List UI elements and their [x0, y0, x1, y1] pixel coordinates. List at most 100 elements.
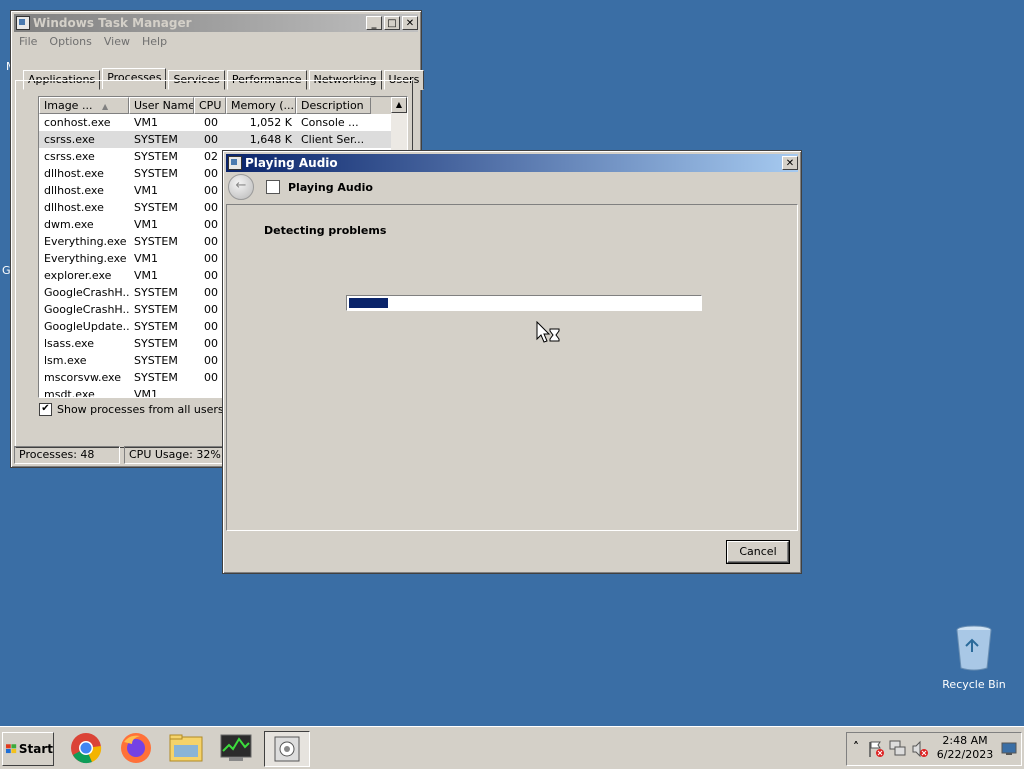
task-manager-menubar: File Options View Help	[19, 35, 167, 48]
show-desktop-icon[interactable]	[1001, 742, 1017, 756]
dialog-title: Playing Audio	[245, 156, 338, 170]
cell-image-name: dwm.exe	[44, 218, 94, 231]
cell-image-name: csrss.exe	[44, 150, 95, 163]
cell-user-name: SYSTEM	[134, 235, 178, 248]
windows-logo-icon	[6, 744, 17, 754]
file-explorer-icon	[169, 734, 203, 762]
cell-image-name: conhost.exe	[44, 116, 111, 129]
detecting-heading: Detecting problems	[264, 224, 387, 237]
cell-image-name: dllhost.exe	[44, 201, 104, 214]
column-image-name[interactable]: Image ... ▲	[39, 97, 129, 114]
busy-cursor-icon	[536, 321, 560, 343]
network-icon[interactable]	[889, 740, 907, 758]
recycle-bin-label: Recycle Bin	[942, 678, 1006, 691]
cell-cpu: 00	[204, 116, 218, 129]
cell-user-name: VM1	[134, 116, 159, 129]
firefox-icon	[121, 733, 151, 763]
cell-cpu: 00	[204, 133, 218, 146]
cell-image-name: lsass.exe	[44, 337, 94, 350]
column-cpu[interactable]: CPU	[194, 97, 226, 114]
cell-user-name: VM1	[134, 252, 159, 265]
process-list-header: Image ... ▲ User Name CPU Memory (... De…	[39, 97, 407, 114]
taskbar-task-manager[interactable]	[214, 731, 258, 765]
detection-progress-bar	[346, 295, 702, 311]
start-label: Start	[18, 742, 53, 756]
column-user-name[interactable]: User Name	[129, 97, 194, 114]
cell-image-name: Everything.exe	[44, 252, 127, 265]
menu-help[interactable]: Help	[142, 35, 167, 48]
taskbar-file-explorer[interactable]	[164, 731, 208, 765]
cell-image-name: dllhost.exe	[44, 167, 104, 180]
task-manager-titlebar[interactable]: Windows Task Manager _ □ ✕	[14, 14, 418, 32]
show-all-processes-checkbox[interactable]: ✔	[39, 403, 52, 416]
column-memory[interactable]: Memory (...	[226, 97, 296, 114]
dialog-close-button[interactable]: ✕	[782, 156, 798, 170]
troubleshooter-nav-icon	[266, 180, 280, 194]
cell-user-name: SYSTEM	[134, 286, 178, 299]
dialog-content: Detecting problems	[226, 204, 798, 531]
cell-user-name: SYSTEM	[134, 201, 178, 214]
cell-image-name: csrss.exe	[44, 133, 95, 146]
dialog-navbar: ← Playing Audio	[226, 173, 798, 201]
menu-file[interactable]: File	[19, 35, 37, 48]
clock-time: 2:48 AM	[942, 734, 988, 747]
scroll-up-arrow-icon[interactable]: ▲	[391, 97, 407, 113]
cell-user-name: SYSTEM	[134, 371, 178, 384]
start-button[interactable]: Start	[2, 732, 54, 766]
show-all-processes-option[interactable]: ✔ Show processes from all users	[39, 403, 224, 416]
cell-image-name: dllhost.exe	[44, 184, 104, 197]
cell-user-name: VM1	[134, 218, 159, 231]
task-manager-title: Windows Task Manager	[33, 16, 192, 30]
cell-image-name: lsm.exe	[44, 354, 87, 367]
recycle-bin-shortcut[interactable]: Recycle Bin	[940, 624, 1008, 691]
cell-image-name: Everything.exe	[44, 235, 127, 248]
menu-view[interactable]: View	[104, 35, 130, 48]
taskbar-firefox[interactable]	[114, 731, 158, 765]
status-processes: Processes: 48	[14, 446, 120, 464]
cell-image-name: msdt.exe	[44, 388, 95, 398]
status-cpu-usage: CPU Usage: 32%	[124, 446, 230, 464]
cell-image-name: GoogleCrashH...	[44, 303, 129, 316]
troubleshooter-icon	[274, 736, 300, 762]
show-hidden-icons-button[interactable]: ˄	[853, 740, 859, 754]
clock[interactable]: 2:48 AM 6/22/2023	[935, 734, 995, 762]
dialog-titlebar[interactable]: Playing Audio ✕	[226, 154, 798, 172]
sort-ascending-icon: ▲	[101, 102, 109, 111]
cell-user-name: VM1	[134, 184, 159, 197]
cell-user-name: SYSTEM	[134, 150, 178, 163]
playing-audio-dialog[interactable]: Playing Audio ✕ ← Playing Audio Detectin…	[222, 150, 802, 574]
maximize-button[interactable]: □	[384, 16, 400, 30]
taskbar: Start ˄ 2:48 AM 6/22/2023	[0, 726, 1024, 769]
table-row[interactable]: conhost.exe VM1 00 1,052 K Console ...	[39, 114, 407, 131]
clock-date: 6/22/2023	[936, 748, 994, 761]
action-center-flag-icon[interactable]	[867, 740, 885, 758]
cell-user-name: VM1	[134, 269, 159, 282]
cell-user-name: SYSTEM	[134, 337, 178, 350]
show-all-processes-label: Show processes from all users	[57, 403, 224, 416]
recycle-bin-icon	[956, 625, 992, 671]
minimize-button[interactable]: _	[366, 16, 382, 30]
cell-description: Client Ser...	[301, 133, 365, 146]
cell-user-name: SYSTEM	[134, 354, 178, 367]
task-manager-icon	[220, 734, 252, 761]
troubleshooter-app-icon	[228, 156, 242, 170]
cell-image-name: mscorsvw.exe	[44, 371, 121, 384]
progress-fill	[349, 298, 388, 308]
column-description[interactable]: Description	[296, 97, 371, 114]
volume-muted-icon[interactable]	[911, 740, 929, 758]
cell-image-name: GoogleUpdate...	[44, 320, 129, 333]
chrome-icon	[71, 733, 102, 764]
dialog-nav-title: Playing Audio	[288, 180, 373, 194]
system-tray: ˄ 2:48 AM 6/22/2023	[846, 732, 1022, 766]
cell-user-name: SYSTEM	[134, 320, 178, 333]
cell-memory: 1,052 K	[249, 116, 292, 129]
cell-memory: 1,648 K	[249, 133, 292, 146]
menu-options[interactable]: Options	[49, 35, 91, 48]
table-row[interactable]: csrss.exe SYSTEM 00 1,648 K Client Ser...	[39, 131, 407, 148]
taskbar-chrome[interactable]	[64, 731, 108, 765]
back-arrow-icon[interactable]: ←	[228, 174, 254, 200]
cell-image-name: explorer.exe	[44, 269, 112, 282]
cancel-button[interactable]: Cancel	[726, 540, 790, 564]
close-button[interactable]: ✕	[402, 16, 418, 30]
taskbar-troubleshooter[interactable]	[264, 731, 310, 767]
